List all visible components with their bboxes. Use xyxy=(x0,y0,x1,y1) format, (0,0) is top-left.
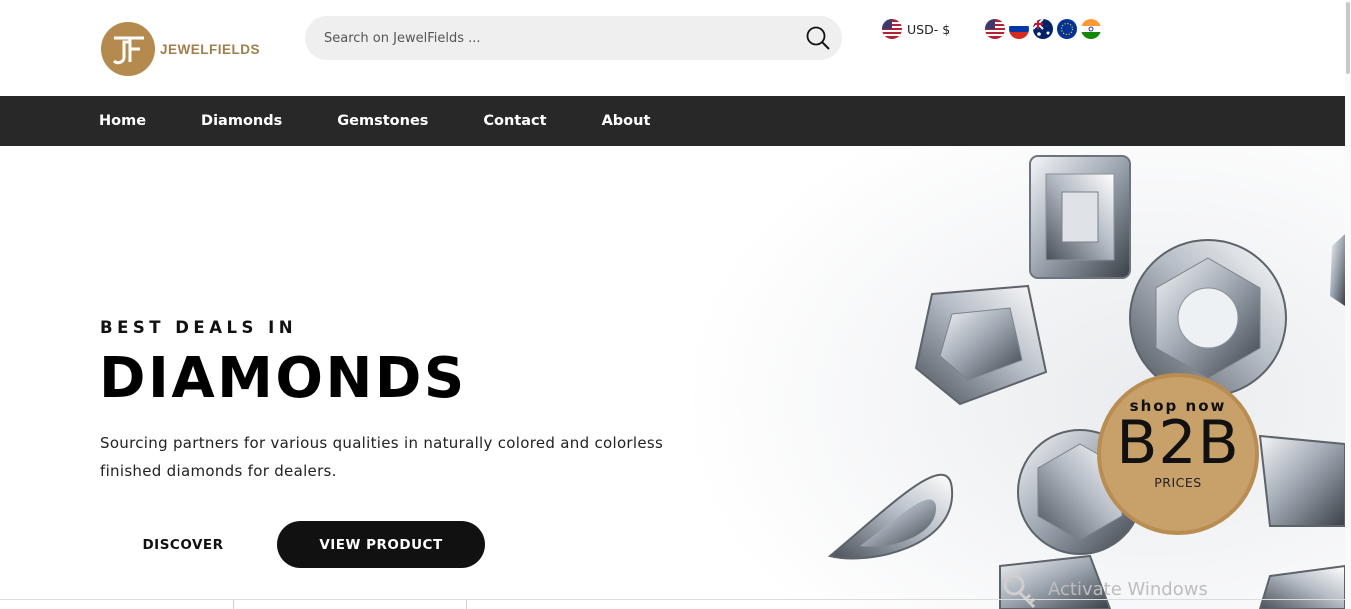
watermark-text: Activate Windows xyxy=(1048,579,1208,600)
nav-item-contact[interactable]: Contact xyxy=(483,113,546,129)
us-flag-icon xyxy=(882,19,902,39)
nav-item-about[interactable]: About xyxy=(602,113,651,129)
currency-label: USD- $ xyxy=(907,21,951,37)
search-icon xyxy=(806,26,830,50)
activate-windows-watermark: Activate Windows xyxy=(1000,573,1208,609)
search-button[interactable] xyxy=(794,16,842,60)
language-flags xyxy=(985,19,1101,39)
badge-b2b: B2B xyxy=(1116,408,1240,478)
main-nav: Home Diamonds Gemstones Contact About xyxy=(0,96,1345,146)
search-input[interactable] xyxy=(324,16,794,60)
nav-item-gemstones[interactable]: Gemstones xyxy=(337,113,428,129)
page-scrollbar[interactable] xyxy=(1345,0,1351,609)
hero-headline: DIAMONDS xyxy=(99,346,467,411)
logo[interactable]: JEWELFIELDS xyxy=(100,20,270,78)
nav-item-home[interactable]: Home xyxy=(99,113,146,129)
hero-description-line1: Sourcing partners for various qualities … xyxy=(100,434,664,452)
hero-description-line2: finished diamonds for dealers. xyxy=(100,462,337,480)
divider-tick xyxy=(466,600,467,609)
site-header: JEWELFIELDS USD- $ xyxy=(0,0,1351,96)
brand-name: JEWELFIELDS xyxy=(160,41,261,57)
currency-selector[interactable]: USD- $ xyxy=(882,18,950,40)
badge-prices: PRICES xyxy=(1154,475,1202,490)
key-icon xyxy=(1003,574,1036,609)
diamonds-image xyxy=(670,146,1345,609)
scrollbar-thumb[interactable] xyxy=(1346,2,1350,74)
view-product-button[interactable]: VIEW PRODUCT xyxy=(277,521,485,568)
discover-button[interactable]: DISCOVER xyxy=(100,522,266,568)
nav-item-diamonds[interactable]: Diamonds xyxy=(201,113,282,129)
ru-flag-icon[interactable] xyxy=(1009,19,1029,39)
us-flag-icon[interactable] xyxy=(985,19,1005,39)
divider-tick xyxy=(233,600,234,609)
content-divider xyxy=(0,599,1345,600)
hero-description: Sourcing partners for various qualities … xyxy=(100,429,670,485)
b2b-prices-badge[interactable]: shop now B2B PRICES xyxy=(1097,373,1259,535)
logo-mark-icon xyxy=(101,22,155,76)
au-flag-icon[interactable] xyxy=(1033,19,1053,39)
search-bar xyxy=(305,16,842,60)
hero-kicker: BEST DEALS IN xyxy=(100,318,298,337)
hero-banner: BEST DEALS IN DIAMONDS Sourcing partners… xyxy=(0,146,1345,609)
in-flag-icon[interactable] xyxy=(1081,19,1101,39)
eu-flag-icon[interactable] xyxy=(1057,19,1077,39)
